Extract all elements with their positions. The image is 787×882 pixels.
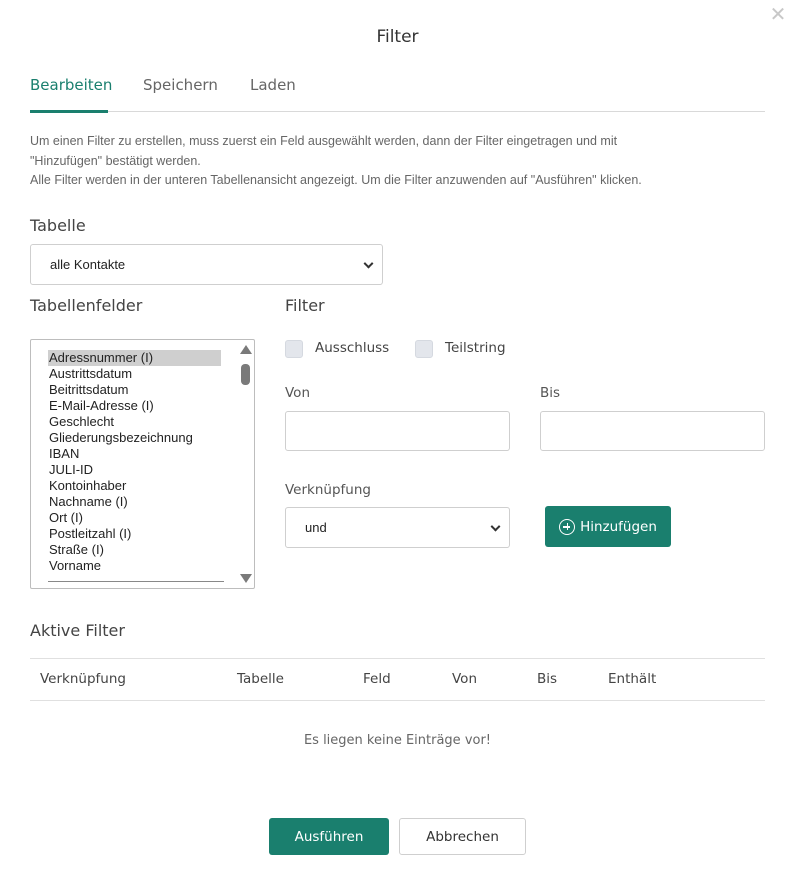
list-item[interactable]: E-Mail-Adresse (I)	[48, 398, 221, 414]
tab-bearbeiten[interactable]: Bearbeiten	[30, 76, 112, 94]
list-item[interactable]: JULI-ID	[48, 462, 221, 478]
close-icon[interactable]: ✕	[768, 4, 787, 24]
active-filters-table-header: Verknüpfung Tabelle Feld Von Bis Enthält	[30, 658, 765, 701]
column-header-verknuepfung[interactable]: Verknüpfung	[40, 671, 126, 687]
scroll-down-icon[interactable]	[240, 574, 252, 583]
table-select[interactable]: alle Kontakte	[30, 244, 383, 285]
column-header-enthaelt[interactable]: Enthält	[608, 671, 656, 687]
column-header-von[interactable]: Von	[452, 671, 477, 687]
fields-label: Tabellenfelder	[30, 296, 143, 315]
instructions-line-1: Um einen Filter zu erstellen, muss zuers…	[30, 134, 618, 148]
tab-laden[interactable]: Laden	[250, 76, 296, 94]
scroll-thumb[interactable]	[241, 364, 250, 385]
filter-label: Filter	[285, 296, 325, 315]
dialog-title: Filter	[376, 27, 419, 47]
chevron-down-icon	[490, 521, 501, 532]
column-header-feld[interactable]: Feld	[363, 671, 391, 687]
verknuepfung-select[interactable]: und	[285, 507, 510, 548]
list-item[interactable]: Austrittsdatum	[48, 366, 221, 382]
cancel-button[interactable]: Abbrechen	[399, 818, 526, 855]
list-item[interactable]: Straße (I)	[48, 542, 221, 558]
von-input[interactable]	[285, 411, 510, 451]
add-filter-button[interactable]: Hinzufügen	[545, 506, 671, 547]
teilstring-checkbox[interactable]	[415, 340, 433, 358]
list-item[interactable]: IBAN	[48, 446, 221, 462]
list-item[interactable]: Ort (I)	[48, 510, 221, 526]
list-item[interactable]: Adressnummer (I)	[48, 350, 221, 366]
fields-list: Adressnummer (I) Austrittsdatum Beitrittsd…	[48, 350, 221, 574]
fields-listbox[interactable]: Adressnummer (I) Austrittsdatum Beitrittsd…	[30, 339, 255, 589]
ausschluss-label: Ausschluss	[315, 340, 390, 356]
teilstring-label: Teilstring	[445, 340, 506, 356]
ausschluss-checkbox[interactable]	[285, 340, 303, 358]
bis-label: Bis	[540, 385, 561, 401]
list-item[interactable]: Vorname	[48, 558, 221, 574]
instructions-line-3: Alle Filter werden in der unteren Tabell…	[30, 173, 642, 187]
list-item[interactable]: Gliederungsbezeichnung	[48, 430, 221, 446]
instructions-line-2: "Hinzufügen" bestätigt werden.	[30, 153, 201, 168]
empty-table-message: Es liegen keine Einträge vor!	[303, 733, 492, 748]
list-item[interactable]: Nachname (I)	[48, 494, 221, 510]
instructions-text: Um einen Filter zu erstellen, muss zuers…	[30, 132, 770, 191]
add-filter-button-label: Hinzufügen	[580, 518, 657, 535]
list-item[interactable]: Geschlecht	[48, 414, 221, 430]
list-divider	[48, 581, 224, 582]
verknuepfung-select-value: und	[305, 520, 327, 535]
active-filters-label: Aktive Filter	[30, 621, 125, 640]
column-header-bis[interactable]: Bis	[537, 671, 557, 687]
list-item[interactable]: Beitrittsdatum	[48, 382, 221, 398]
active-tab-indicator	[30, 110, 108, 113]
chevron-down-icon	[363, 258, 374, 269]
run-button[interactable]: Ausführen	[269, 818, 389, 855]
bis-input[interactable]	[540, 411, 765, 451]
table-label: Tabelle	[30, 216, 86, 235]
list-item[interactable]: Postleitzahl (I)	[48, 526, 221, 542]
table-select-value: alle Kontakte	[50, 257, 126, 272]
scroll-up-icon[interactable]	[240, 345, 252, 354]
plus-circle-icon	[559, 518, 576, 535]
list-item[interactable]: Kontoinhaber	[48, 478, 221, 494]
column-header-tabelle[interactable]: Tabelle	[237, 671, 284, 687]
tab-speichern[interactable]: Speichern	[143, 76, 218, 94]
verknuepfung-label: Verknüpfung	[285, 482, 371, 498]
tab-bar: Bearbeiten Speichern Laden	[30, 70, 765, 113]
listbox-scrollbar[interactable]	[238, 342, 252, 586]
von-label: Von	[285, 385, 311, 401]
